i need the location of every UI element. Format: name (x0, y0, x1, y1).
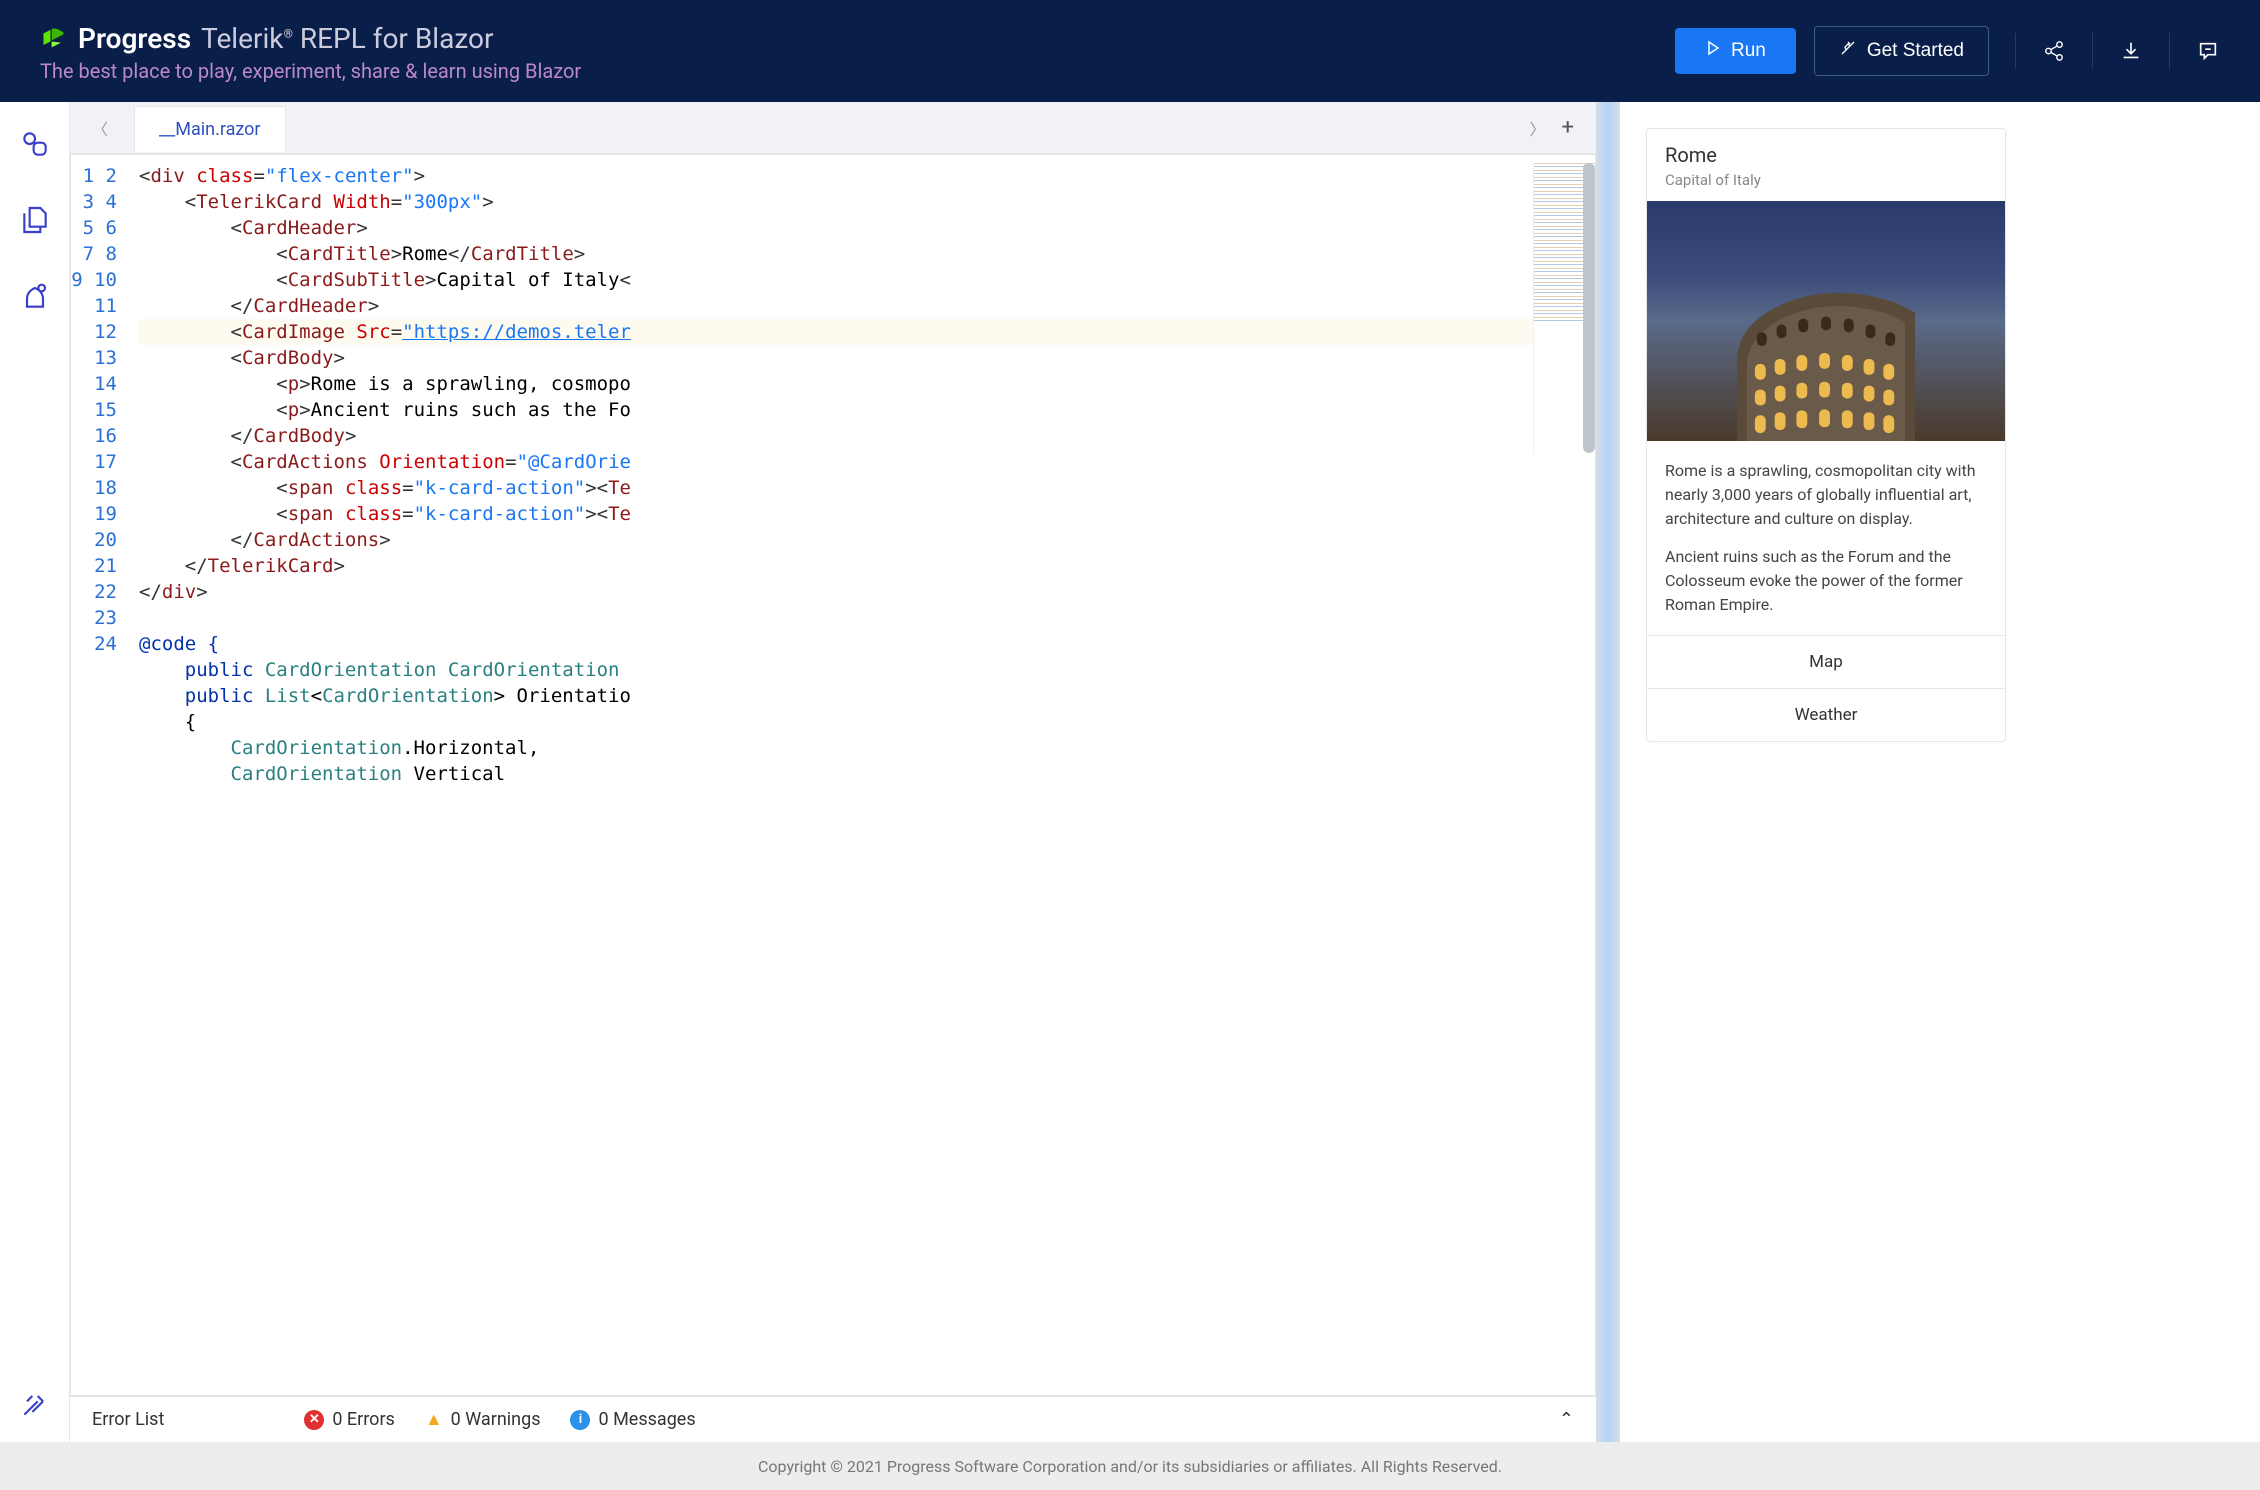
download-icon[interactable] (2119, 39, 2143, 63)
card-image (1647, 201, 2005, 441)
code-editor[interactable]: 1 2 3 4 5 6 7 8 9 10 11 12 13 14 15 16 1… (70, 154, 1596, 1396)
chevron-up-icon[interactable]: ⌃ (1559, 1409, 1574, 1430)
tab-scroll-right-icon[interactable]: 〉 (1522, 108, 1554, 148)
card-paragraph-1: Rome is a sprawling, cosmopolitan city w… (1665, 459, 1987, 531)
card-action-map[interactable]: Map (1647, 635, 2005, 688)
minimap-scrollbar[interactable] (1583, 163, 1595, 453)
errors-count[interactable]: ✕0 Errors (304, 1409, 395, 1430)
get-started-button[interactable]: Get Started (1814, 26, 1989, 76)
minimap[interactable] (1533, 163, 1595, 453)
assets-icon[interactable] (17, 126, 53, 162)
preview-area: Rome Capital of Italy (1620, 102, 2260, 1442)
styles-icon[interactable] (17, 278, 53, 314)
brand-repl: REPL for Blazor (300, 22, 494, 55)
line-gutter: 1 2 3 4 5 6 7 8 9 10 11 12 13 14 15 16 1… (71, 155, 129, 1395)
messages-count[interactable]: i0 Messages (570, 1409, 695, 1430)
get-started-label: Get Started (1867, 40, 1964, 62)
run-label: Run (1731, 40, 1766, 62)
colosseum-illustration (1690, 273, 1962, 441)
files-icon[interactable] (17, 202, 53, 238)
divider (2015, 33, 2016, 69)
warning-icon: ▲ (425, 1409, 443, 1430)
preview-card: Rome Capital of Italy (1646, 128, 2006, 742)
header: Progress Telerik® REPL for Blazor The be… (0, 0, 2260, 102)
tagline: The best place to play, experiment, shar… (40, 59, 1675, 83)
info-icon: i (570, 1410, 590, 1430)
card-action-weather[interactable]: Weather (1647, 688, 2005, 741)
brand-block: Progress Telerik® REPL for Blazor The be… (40, 20, 1675, 83)
settings-icon[interactable] (17, 1386, 53, 1422)
tab-bar: 〈 __Main.razor 〉 + (70, 102, 1596, 154)
feedback-icon[interactable] (2196, 39, 2220, 63)
error-list-title: Error List (92, 1409, 164, 1430)
copyright: Copyright © 2021 Progress Software Corpo… (758, 1457, 1502, 1476)
code-lines[interactable]: <div class="flex-center"> <TelerikCard W… (129, 155, 1595, 1395)
tab-scroll-left-icon[interactable]: 〈 (84, 108, 116, 148)
share-icon[interactable] (2042, 39, 2066, 63)
run-button[interactable]: Run (1675, 28, 1796, 74)
card-paragraph-2: Ancient ruins such as the Forum and the … (1665, 545, 1987, 617)
tab-main-razor[interactable]: __Main.razor (134, 106, 286, 152)
card-title: Rome (1665, 143, 1987, 167)
divider (2092, 33, 2093, 69)
error-bar: Error List ✕0 Errors ▲0 Warnings i0 Mess… (70, 1396, 1596, 1442)
card-subtitle: Capital of Italy (1665, 171, 1987, 189)
rocket-icon (1839, 39, 1857, 63)
error-icon: ✕ (304, 1410, 324, 1430)
splitter-handle[interactable] (1596, 102, 1620, 1442)
divider (2169, 33, 2170, 69)
side-rail (0, 102, 70, 1442)
brand-progress: Progress (78, 22, 191, 55)
footer: Copyright © 2021 Progress Software Corpo… (0, 1442, 2260, 1490)
editor-area: 〈 __Main.razor 〉 + 1 2 3 4 5 6 7 8 9 10 … (70, 102, 1596, 1442)
progress-logo-icon (40, 24, 68, 52)
play-icon (1705, 40, 1721, 62)
warnings-count[interactable]: ▲0 Warnings (425, 1409, 541, 1430)
add-tab-icon[interactable]: + (1554, 107, 1582, 148)
brand-telerik: Telerik (201, 22, 283, 55)
